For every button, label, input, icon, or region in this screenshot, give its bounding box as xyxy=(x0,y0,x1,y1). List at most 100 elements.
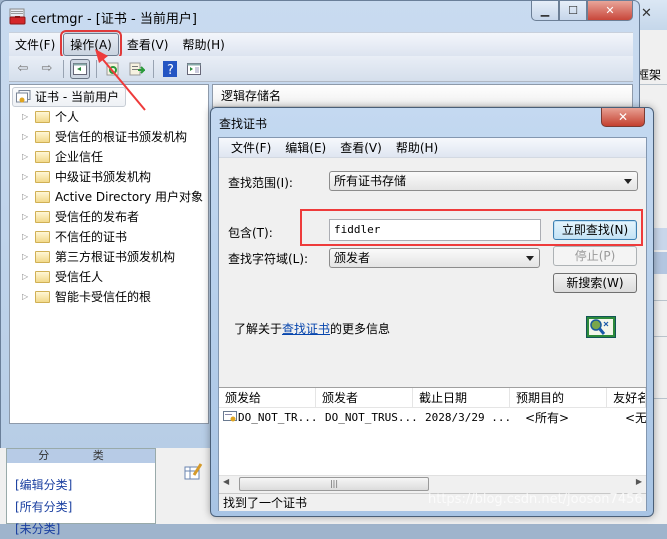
toolbar-separator xyxy=(153,59,154,78)
search-scope-label: 查找范围(I): xyxy=(228,176,293,190)
tree-root-label: 证书 - 当前用户 xyxy=(35,90,119,104)
close-icon: ✕ xyxy=(617,110,629,124)
console-tree-icon xyxy=(73,62,87,75)
show-action-pane-button[interactable] xyxy=(184,59,204,79)
all-categories-link[interactable]: [所有分类] xyxy=(7,497,155,517)
forward-button[interactable]: ⇨ xyxy=(37,59,57,79)
expand-arrow-icon[interactable]: ▷ xyxy=(22,147,28,167)
forward-icon: ⇨ xyxy=(41,61,53,76)
close-icon: ✕ xyxy=(605,4,615,17)
field-label: 查找字符域(L): xyxy=(228,252,309,266)
tree-item-intermediate-ca[interactable]: ▷ 中级证书颁发机构 xyxy=(10,167,208,187)
tree-item-untrusted-certificates[interactable]: ▷ 不信任的证书 xyxy=(10,227,208,247)
folder-icon xyxy=(35,191,50,203)
svg-text:?: ? xyxy=(167,63,174,77)
expand-arrow-icon[interactable]: ▷ xyxy=(22,207,28,227)
tree-item-third-party-root-ca[interactable]: ▷ 第三方根证书颁发机构 xyxy=(10,247,208,267)
tree-item-label: Active Directory 用户对象 xyxy=(55,190,204,204)
info-suffix: 的更多信息 xyxy=(330,322,391,336)
column-issued-by[interactable]: 颁发者 xyxy=(316,388,414,407)
dialog-body: 文件(F) 编辑(E) 查看(V) 帮助(H) 查找范围(I): 所有证书存储 … xyxy=(218,137,647,511)
search-field-dropdown[interactable]: 颁发者 xyxy=(329,248,540,268)
minimize-button[interactable]: ▁ xyxy=(531,1,559,21)
expand-arrow-icon[interactable]: ▷ xyxy=(22,107,28,127)
tree-item-active-directory-user-object[interactable]: ▷ Active Directory 用户对象 xyxy=(10,187,208,207)
find-certificates-help-link[interactable]: 查找证书 xyxy=(282,322,330,336)
menu-view[interactable]: 查看(V) xyxy=(121,34,175,55)
expand-arrow-icon[interactable]: ▷ xyxy=(22,227,28,247)
background-close-icon[interactable]: ✕ xyxy=(641,6,652,21)
back-button[interactable]: ⇦ xyxy=(13,59,33,79)
dialog-menu-help[interactable]: 帮助(H) xyxy=(390,139,444,156)
tree-item-personal[interactable]: ▷ 个人 xyxy=(10,107,208,127)
column-intended-purposes[interactable]: 预期目的 xyxy=(510,388,608,407)
tree-item-enterprise-trust[interactable]: ▷ 企业信任 xyxy=(10,147,208,167)
column-issued-to[interactable]: 颁发给 xyxy=(219,388,317,407)
dialog-close-button[interactable]: ✕ xyxy=(601,108,645,127)
tree-item-trusted-root-ca[interactable]: ▷ 受信任的根证书颁发机构 xyxy=(10,127,208,147)
dialog-menu-edit[interactable]: 编辑(E) xyxy=(279,139,332,156)
export-list-icon xyxy=(129,62,145,75)
console-tree: 证书 - 当前用户 ▷ 个人 ▷ 受信任的根证书颁发机构 ▷ 企业信任 ▷ 中级证书颁发… xyxy=(9,84,209,424)
dialog-menu-view[interactable]: 查看(V) xyxy=(334,139,388,156)
tree-root-certificates-current-user[interactable]: 证书 - 当前用户 xyxy=(12,87,126,107)
refresh-button[interactable] xyxy=(103,59,123,79)
column-expiration-date[interactable]: 截止日期 xyxy=(413,388,511,407)
cell-issued-to: DO_NOT_TR... xyxy=(219,408,319,428)
toolbar-separator xyxy=(96,59,97,78)
folder-icon xyxy=(35,111,50,123)
find-now-button[interactable]: 立即查找(N) xyxy=(553,220,637,240)
contains-input[interactable]: fiddler xyxy=(329,219,541,241)
scroll-right-icon[interactable]: ▶ xyxy=(636,477,642,486)
menu-file[interactable]: 文件(F) xyxy=(9,34,61,55)
title-bar: certmgr - [证书 - 当前用户] ▁ ☐ ✕ xyxy=(1,1,639,31)
contains-label: 包含(T): xyxy=(228,226,273,240)
dropdown-arrow-icon xyxy=(624,179,632,184)
expand-arrow-icon[interactable]: ▷ xyxy=(22,247,28,267)
folder-icon xyxy=(35,151,50,163)
expand-arrow-icon[interactable]: ▷ xyxy=(22,127,28,147)
new-search-button[interactable]: 新搜索(W) xyxy=(553,273,637,293)
edit-category-link[interactable]: [编辑分类] xyxy=(7,475,155,495)
tree-item-label: 第三方根证书颁发机构 xyxy=(55,250,176,264)
expand-arrow-icon[interactable]: ▷ xyxy=(22,167,28,187)
more-info-text: 了解关于查找证书的更多信息 xyxy=(234,320,390,337)
horizontal-scrollbar[interactable]: ◀ ||| ▶ xyxy=(219,475,646,492)
search-scope-dropdown[interactable]: 所有证书存储 xyxy=(329,171,638,191)
scroll-left-icon[interactable]: ◀ xyxy=(223,477,229,486)
tree-item-label: 受信任的根证书颁发机构 xyxy=(55,130,188,144)
tree-item-label: 不信任的证书 xyxy=(55,230,128,244)
tree-item-label: 企业信任 xyxy=(55,150,104,164)
menu-action[interactable]: 操作(A) xyxy=(60,30,122,59)
cell-intended-purposes: <所有> xyxy=(525,411,570,425)
export-list-button[interactable] xyxy=(127,59,147,79)
column-header-logical-store-name[interactable]: 逻辑存储名 xyxy=(213,85,632,107)
close-button[interactable]: ✕ xyxy=(587,1,633,21)
window-title: certmgr - [证书 - 当前用户] xyxy=(31,12,197,27)
menu-help[interactable]: 帮助(H) xyxy=(176,34,230,55)
help-button[interactable]: ? xyxy=(160,59,180,79)
stop-button[interactable]: 停止(P) xyxy=(553,246,637,266)
dropdown-arrow-icon xyxy=(526,256,534,261)
tree-item-label: 中级证书颁发机构 xyxy=(55,170,152,184)
tree-item-smart-card-trusted-roots[interactable]: ▷ 智能卡受信任的根 xyxy=(10,287,208,307)
tree-item-trusted-people[interactable]: ▷ 受信任人 xyxy=(10,267,208,287)
tree-item-trusted-publishers[interactable]: ▷ 受信任的发布者 xyxy=(10,207,208,227)
scrollbar-thumb[interactable]: ||| xyxy=(239,477,429,491)
column-friendly-name[interactable]: 友好名称 xyxy=(607,388,646,407)
results-list: 颁发给 颁发者 截止日期 预期目的 友好名称 DO_NOT_TR... DO_N… xyxy=(219,387,646,492)
table-row[interactable]: DO_NOT_TR... DO_NOT_TRUS... 2028/3/29 ..… xyxy=(219,408,646,428)
expand-arrow-icon[interactable]: ▷ xyxy=(22,187,28,207)
help-icon: ? xyxy=(163,60,177,77)
folder-icon xyxy=(35,271,50,283)
background-frame-text: 框架 xyxy=(637,68,662,82)
dialog-title: 查找证书 xyxy=(219,117,268,131)
cell-text: DO_NOT_TR... xyxy=(238,411,318,424)
expand-arrow-icon[interactable]: ▷ xyxy=(22,267,28,287)
show-hide-console-tree-button[interactable] xyxy=(70,58,90,79)
maximize-button[interactable]: ☐ xyxy=(559,1,587,21)
expand-arrow-icon[interactable]: ▷ xyxy=(22,287,28,307)
tree-items: ▷ 个人 ▷ 受信任的根证书颁发机构 ▷ 企业信任 ▷ 中级证书颁发机构 ▷ Active… xyxy=(10,107,208,307)
dialog-menu-file[interactable]: 文件(F) xyxy=(225,139,277,156)
uncategorized-link[interactable]: [未分类] xyxy=(7,519,155,539)
